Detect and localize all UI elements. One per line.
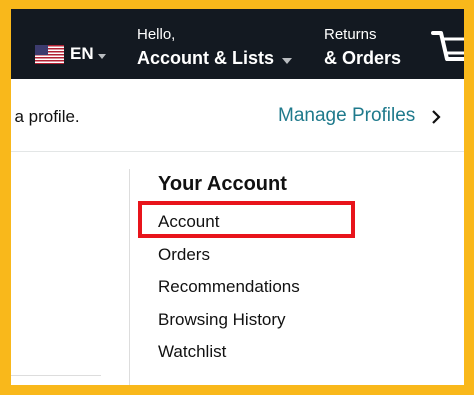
returns-orders-link[interactable]: Returns & Orders <box>324 26 401 69</box>
returns-label[interactable]: Returns <box>324 26 401 44</box>
top-navbar: EN Hello, Account & Lists Returns & Orde… <box>11 9 464 79</box>
account-and-lists-menu[interactable]: Hello, Account & Lists <box>137 26 293 69</box>
menu-item-orders[interactable]: Orders <box>158 245 210 265</box>
us-flag-icon <box>35 44 64 64</box>
chevron-right-icon[interactable] <box>431 110 441 124</box>
menu-item-account[interactable]: Account <box>158 212 219 232</box>
your-account-heading: Your Account <box>158 173 287 195</box>
account-lists-label[interactable]: Account & Lists <box>137 47 274 69</box>
cart-icon[interactable] <box>431 27 464 73</box>
account-dropdown-panel: Your Account Account Orders Recommendati… <box>11 152 464 385</box>
section-divider <box>11 375 101 376</box>
screenshot-frame: EN Hello, Account & Lists Returns & Orde… <box>11 9 464 385</box>
menu-item-watchlist[interactable]: Watchlist <box>158 342 226 362</box>
menu-item-recommendations[interactable]: Recommendations <box>158 277 300 297</box>
greeting-text: Hello, <box>137 26 176 43</box>
chevron-down-icon <box>282 58 293 64</box>
language-label[interactable]: EN <box>70 44 94 64</box>
column-divider <box>129 169 130 385</box>
manage-profiles-link[interactable]: Manage Profiles <box>278 105 415 127</box>
language-selector[interactable]: EN <box>35 42 106 66</box>
profile-prompt-text: t a profile. <box>11 107 80 126</box>
orders-label[interactable]: & Orders <box>324 47 401 69</box>
menu-item-browsing-history[interactable]: Browsing History <box>158 310 286 330</box>
profile-bar: t a profile. Manage Profiles <box>11 79 464 152</box>
chevron-down-icon <box>97 53 106 59</box>
